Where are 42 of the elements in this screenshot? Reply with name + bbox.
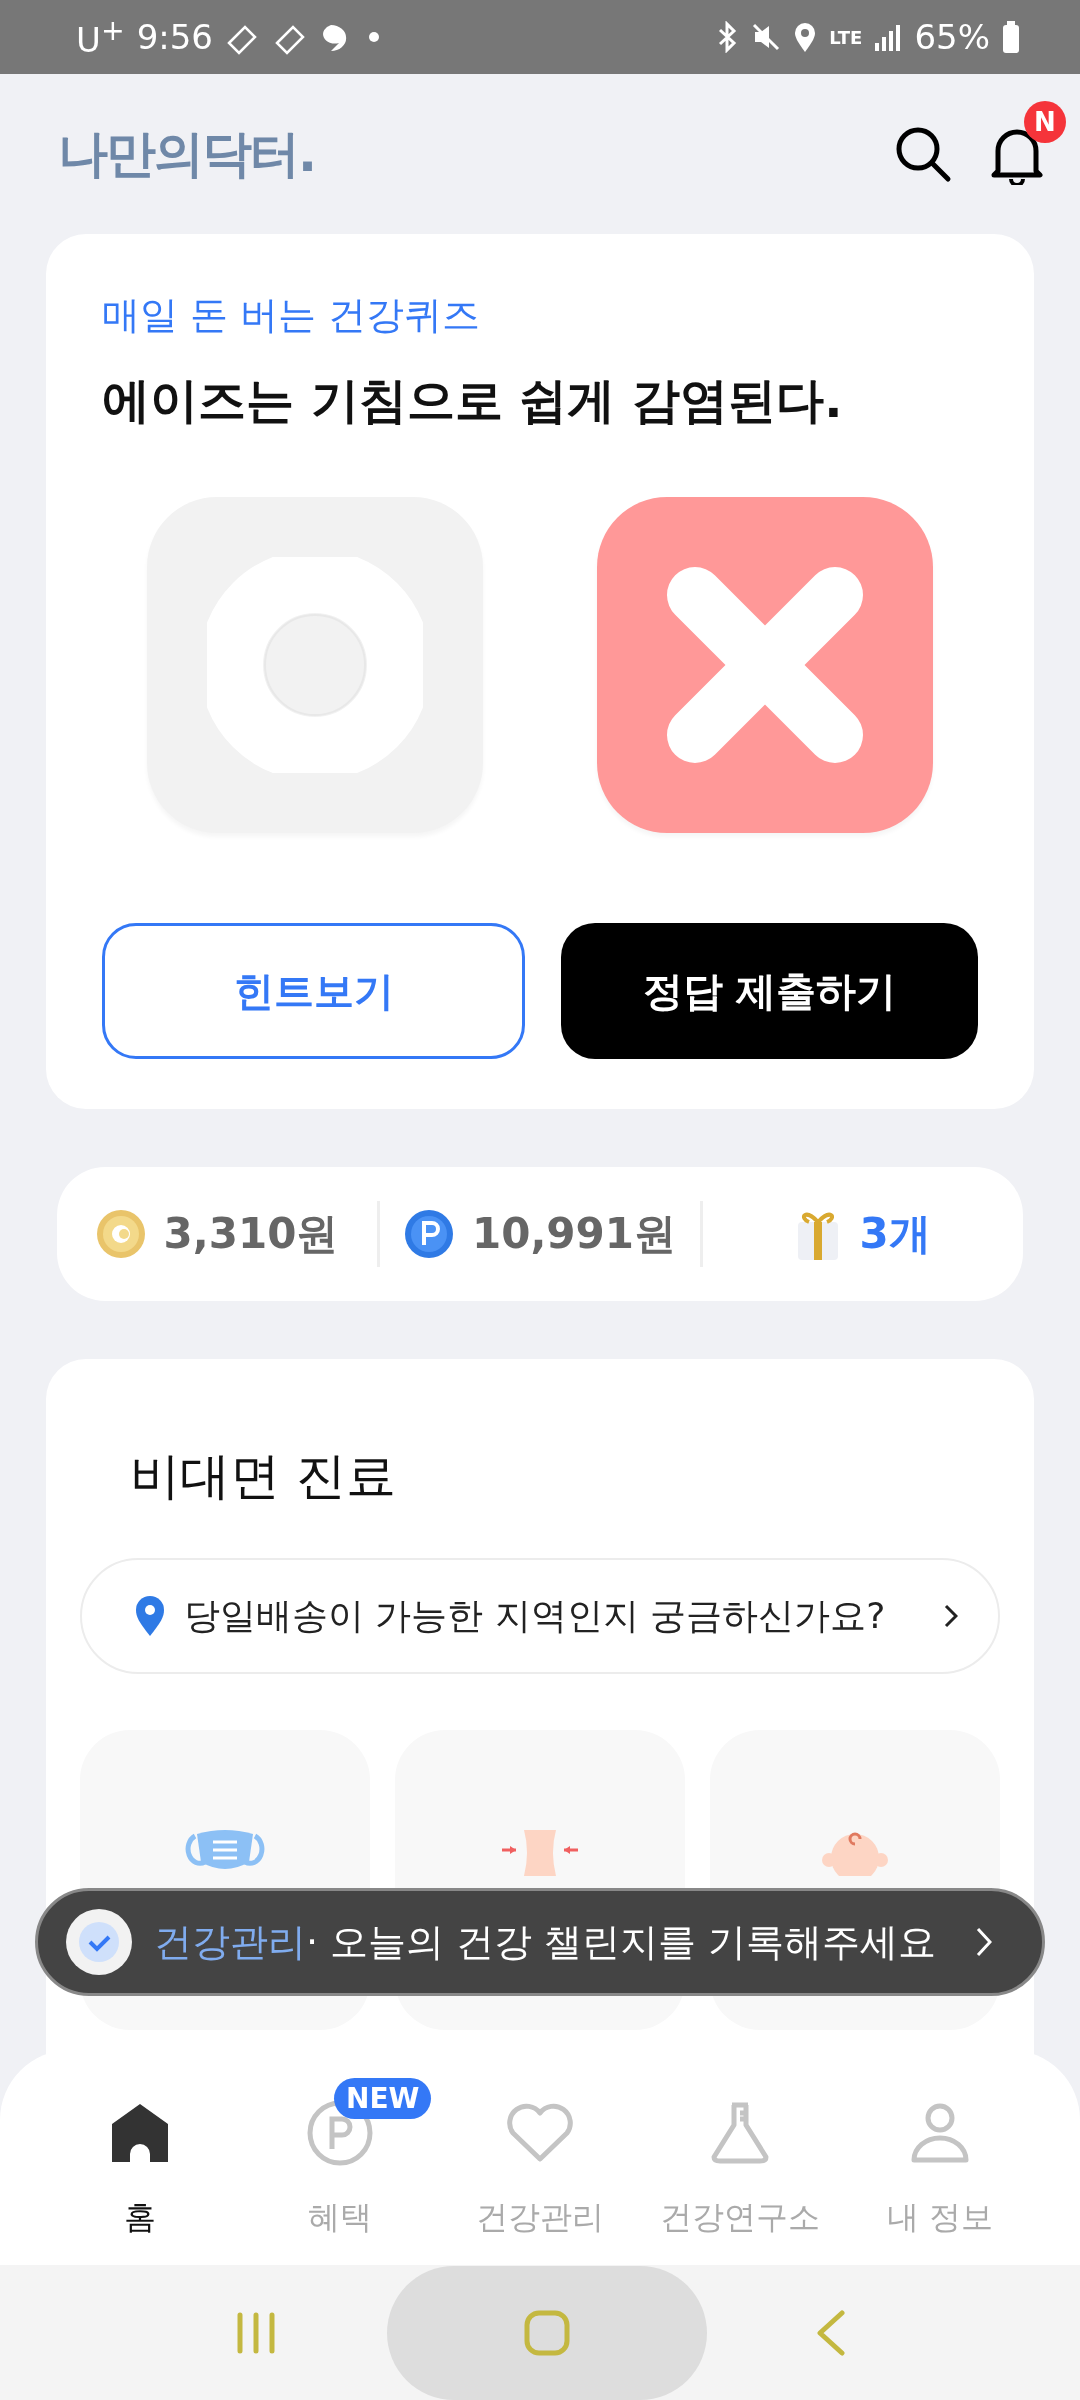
chevron-right-icon bbox=[944, 1604, 958, 1628]
submit-button[interactable]: 정답 제출하기 bbox=[561, 923, 978, 1059]
chevron-right-icon bbox=[976, 1927, 992, 1957]
hint-button[interactable]: 힌트보기 bbox=[102, 923, 525, 1059]
flask-icon bbox=[710, 2101, 770, 2165]
toast-message: · 오늘의 건강 챌린지를 기록해주세요 bbox=[306, 1918, 938, 1966]
point-coin-icon bbox=[403, 1209, 454, 1259]
network-label: LTE bbox=[829, 26, 863, 48]
clock: 9:56 bbox=[136, 17, 213, 57]
home-square-icon bbox=[524, 2309, 570, 2356]
person-icon bbox=[910, 2102, 970, 2164]
heart-icon bbox=[505, 2103, 575, 2163]
app-logo: 나만의닥터. bbox=[58, 123, 315, 185]
point-amount: 3개 bbox=[859, 1208, 931, 1260]
quiz-label: 매일 돈 버는 건강퀴즈 bbox=[102, 292, 482, 339]
point-amount: 3,310원 bbox=[163, 1208, 339, 1260]
nav-tab[interactable]: NEW 혜택 bbox=[240, 2050, 440, 2265]
coin-icon bbox=[95, 1209, 146, 1259]
new-badge: NEW bbox=[334, 2078, 432, 2119]
reminder-toast[interactable]: 건강관리· 오늘의 건강 챌린지를 기록해주세요 bbox=[35, 1888, 1045, 1996]
location-icon bbox=[793, 21, 818, 53]
location-pin-icon bbox=[134, 1595, 166, 1637]
nav-tab[interactable]: 홈 bbox=[40, 2050, 240, 2265]
battery-level: 65% bbox=[914, 17, 990, 57]
toast-tag: 건강관리 bbox=[154, 1916, 306, 1968]
location-banner[interactable]: 당일배송이 가능한 지역인지 궁금하신가요? bbox=[80, 1558, 1000, 1674]
dot-icon bbox=[369, 32, 379, 42]
search-icon[interactable] bbox=[894, 125, 952, 183]
signal-icon bbox=[874, 23, 903, 51]
home-icon bbox=[110, 2102, 170, 2164]
quiz-question: 에이즈는 기침으로 쉽게 감염된다. bbox=[102, 371, 844, 430]
point-amount: 10,991원 bbox=[471, 1208, 677, 1260]
nav-tab[interactable]: 내 정보 bbox=[840, 2050, 1040, 2265]
battery-icon bbox=[1002, 21, 1020, 53]
nav-tab[interactable]: 건강연구소 bbox=[640, 2050, 840, 2265]
section-title: 비대면 진료 bbox=[130, 1446, 397, 1507]
carrier-label: U$^{+}$ bbox=[76, 13, 125, 61]
check-badge-icon bbox=[66, 1909, 132, 1975]
mute-icon bbox=[751, 22, 782, 52]
nav-tab[interactable]: 건강관리 bbox=[440, 2050, 640, 2265]
notification-badge: N bbox=[1024, 101, 1066, 143]
cross-icon bbox=[665, 565, 865, 765]
